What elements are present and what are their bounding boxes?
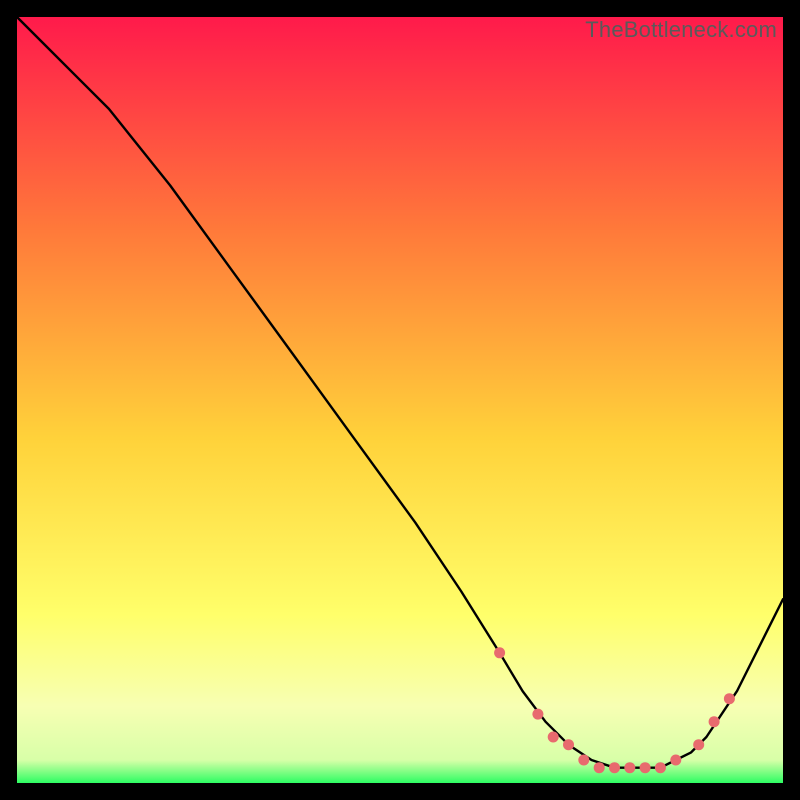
watermark-text: TheBottleneck.com [585, 17, 777, 43]
data-point [609, 762, 620, 773]
chart-svg [17, 17, 783, 783]
data-point [578, 755, 589, 766]
data-point [655, 762, 666, 773]
data-point [532, 709, 543, 720]
data-point [563, 739, 574, 750]
data-point [724, 693, 735, 704]
data-point [624, 762, 635, 773]
data-point [670, 755, 681, 766]
gradient-background [17, 17, 783, 783]
data-point [494, 647, 505, 658]
data-point [640, 762, 651, 773]
data-point [548, 732, 559, 743]
data-point [594, 762, 605, 773]
data-point [693, 739, 704, 750]
chart-frame: TheBottleneck.com [17, 17, 783, 783]
data-point [709, 716, 720, 727]
